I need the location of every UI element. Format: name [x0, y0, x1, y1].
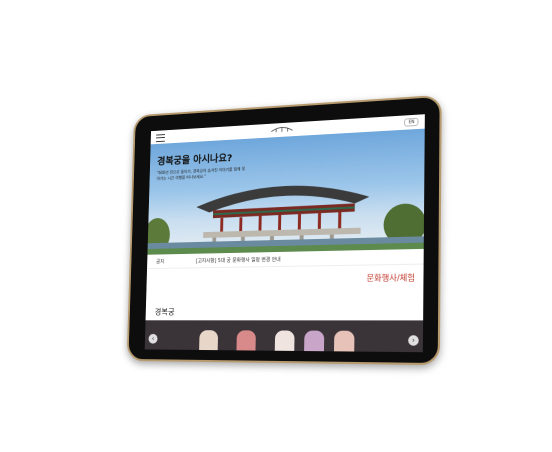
person-figure [334, 331, 355, 353]
stage: EN 경복궁을 아시나요? "600년 전으로 돌아가, 경복궁의 숨겨진 이야… [0, 0, 552, 452]
gallery-title: 경복궁 [155, 307, 175, 318]
hero-banner: 경복궁을 아시나요? "600년 전으로 돌아가, 경복궁의 숨겨진 이야기를 … [147, 129, 424, 255]
person-figure [275, 330, 295, 352]
site-logo[interactable] [269, 124, 294, 134]
tablet-device: EN 경복궁을 아시나요? "600년 전으로 돌아가, 경복궁의 숨겨진 이야… [127, 95, 442, 366]
person-figure [304, 331, 324, 353]
notice-text[interactable]: [고지사항] 5대 궁 문화행사 일정 변경 안내 [196, 256, 281, 265]
language-toggle[interactable]: EN [404, 118, 418, 127]
tablet-screen: EN 경복궁을 아시나요? "600년 전으로 돌아가, 경복궁의 숨겨진 이야… [145, 114, 425, 352]
arrow-left-icon[interactable]: ‹ [148, 334, 157, 344]
hamburger-menu-icon[interactable] [156, 134, 165, 142]
events-link[interactable]: 문화행사/체험 [366, 272, 415, 284]
pavilion-image [147, 155, 424, 254]
notice-label: 공지 [156, 258, 164, 265]
person-figure [236, 330, 256, 352]
arrow-right-icon[interactable]: › [408, 335, 419, 346]
photo-gallery: ‹ › [145, 320, 423, 352]
person-figure [199, 330, 218, 352]
